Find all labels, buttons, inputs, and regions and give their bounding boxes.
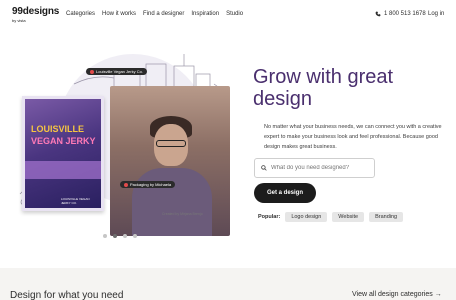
arrow-right-icon: → — [434, 291, 442, 298]
person-body — [132, 168, 212, 236]
carousel-dot-active[interactable] — [113, 234, 117, 238]
poster-subtitle: VEGAN JERKY — [31, 136, 96, 146]
packaging-design: LOUISVILLE VEGAN JERKY LOUISVILLE VEGAN … — [22, 96, 104, 211]
phone-link[interactable]: 1 800 513 1678 — [375, 11, 426, 17]
hero-description: No matter what your business needs, we c… — [264, 124, 442, 150]
tag-dot-icon — [124, 182, 128, 187]
brand-logo[interactable]: 99designs by vista — [12, 6, 60, 24]
nav-inspiration[interactable]: Inspiration — [191, 11, 219, 17]
nav-categories[interactable]: Categories — [66, 11, 95, 17]
poster-footer: LOUISVILLE VEGAN JERKY CO. — [61, 197, 90, 205]
login-link[interactable]: Log in — [428, 11, 444, 17]
carousel-dot[interactable] — [123, 234, 127, 238]
person-glasses — [156, 140, 186, 147]
main-nav: Categories How it works Find a designer … — [66, 11, 243, 17]
search-box[interactable] — [254, 158, 375, 178]
site-header: 99designs by vista Categories How it wor… — [0, 0, 456, 30]
image-credit: Created by Mirjana Brenjo — [162, 212, 203, 216]
hero-title: Grow with great design — [253, 66, 394, 110]
phone-icon — [375, 11, 381, 17]
categories-section: Design for what you need View all design… — [0, 268, 456, 300]
logo-subtitle: by vista — [12, 18, 26, 23]
chip-logo-design[interactable]: Logo design — [285, 212, 328, 222]
project-tag: Louisville Vegan Jerky Co. — [86, 68, 147, 75]
popular-tags: Popular: Logo design Website Branding — [258, 212, 404, 222]
chip-website[interactable]: Website — [332, 212, 365, 222]
poster-title: LOUISVILLE — [31, 124, 85, 134]
carousel-dots — [103, 234, 137, 238]
view-all-label: View all design categories — [352, 291, 433, 298]
search-input[interactable] — [271, 165, 371, 171]
hero-illustration: LOUISVILLE VEGAN JERKY LOUISVILLE VEGAN … — [14, 44, 242, 236]
carousel-dot[interactable] — [133, 234, 137, 238]
nav-find-a-designer[interactable]: Find a designer — [143, 11, 184, 17]
carousel-dot[interactable] — [103, 234, 107, 238]
nav-studio[interactable]: Studio — [226, 11, 243, 17]
designer-tag-label: Packaging by Michaela — [130, 182, 172, 187]
chip-branding[interactable]: Branding — [369, 212, 404, 222]
section-title: Design for what you need — [10, 290, 124, 300]
tag-dot-icon — [90, 69, 94, 74]
logo-wordmark: 99designs — [12, 6, 60, 17]
nav-how-it-works[interactable]: How it works — [102, 11, 136, 17]
popular-label: Popular: — [258, 214, 281, 220]
poster-band — [25, 161, 101, 179]
search-icon — [261, 165, 267, 171]
view-all-categories-link[interactable]: View all design categories → — [352, 291, 442, 298]
phone-number: 1 800 513 1678 — [384, 11, 426, 17]
get-a-design-button[interactable]: Get a design — [254, 183, 316, 203]
designer-tag: Packaging by Michaela — [120, 181, 176, 188]
project-tag-label: Louisville Vegan Jerky Co. — [96, 69, 143, 74]
